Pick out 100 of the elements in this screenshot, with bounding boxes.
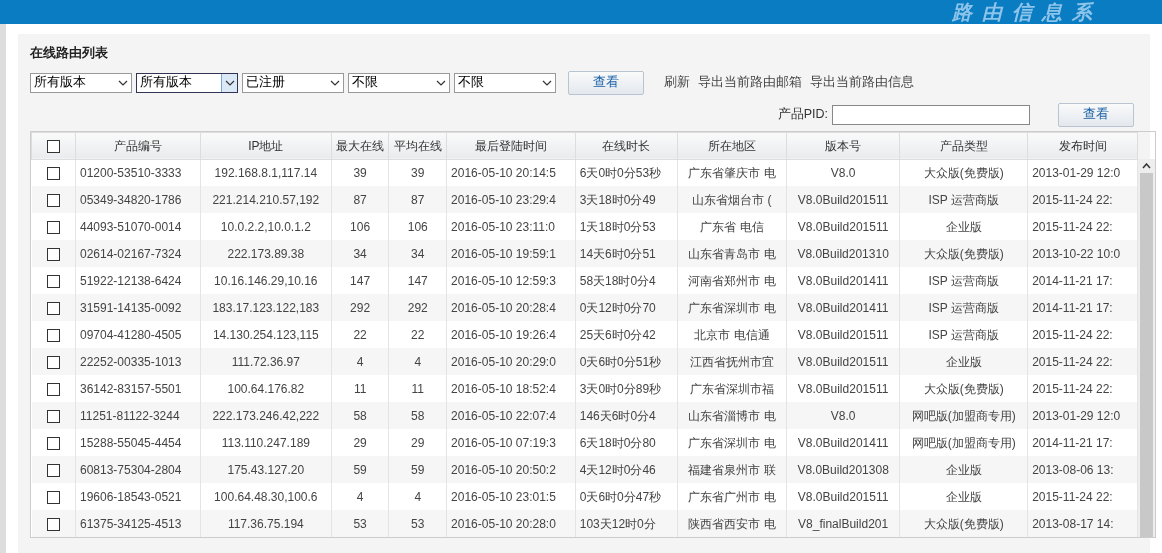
row-checkbox[interactable] bbox=[46, 464, 60, 478]
table-cell-text: 111.72.36.97 bbox=[231, 353, 300, 371]
row-checkbox[interactable] bbox=[46, 248, 60, 262]
table-cell-text: 网吧版(加盟商专用) bbox=[911, 407, 1016, 425]
table-cell-text: 2016-05-10 18:52:4 bbox=[451, 380, 556, 398]
table-cell-text: 企业版 bbox=[945, 461, 982, 479]
row-checkbox[interactable] bbox=[46, 356, 60, 370]
dropdown[interactable]: 已注册 bbox=[242, 72, 344, 93]
table-cell-text: 2016-05-10 23:01:5 bbox=[451, 488, 556, 506]
table-cell-text: 2016-05-10 20:14:5 bbox=[451, 165, 556, 182]
table-cell-text: 4 bbox=[414, 353, 422, 371]
table-cell-text: 175.43.127.20 bbox=[227, 461, 305, 479]
table-cell-text: ISP 运营商版 bbox=[928, 326, 999, 344]
table-cell-text: 19606-18543-0521 bbox=[80, 488, 182, 506]
table-cell-text: 2016-05-10 20:50:2 bbox=[451, 461, 556, 479]
table-row[interactable]: 22252-00335-1013 111.72.36.97 4 4 2016-05-10 20:29:0 0天6时0分51秒 江西省抚州市宜 V8.0Build201511 企业版 2015-11-24 22: bbox=[31, 348, 1138, 376]
table-cell-text: 2016-05-10 20:28:0 bbox=[451, 515, 556, 533]
view-button[interactable]: 查看 bbox=[568, 70, 644, 95]
row-checkbox[interactable] bbox=[46, 518, 60, 532]
table-row[interactable]: 05349-34820-1786 221.214.210.57,192 87 87 2016-05-10 23:29:4 3天18时0分49 山东省烟台市 ( V8.0Build201511 ISP 运营商版 2015-11-24 22: bbox=[31, 186, 1138, 214]
table-row[interactable]: 02614-02167-7324 222.173.89.38 34 34 2016-05-10 19:59:1 14天6时0分51 山东省青岛市 电 V8.0Build201310 大众版(免费版) 2013-10-22 10:0 bbox=[31, 240, 1138, 268]
pid-input-field[interactable] bbox=[832, 104, 1030, 125]
table-cell-text: 6天0时0分53秒 bbox=[579, 165, 662, 182]
row-checkbox[interactable] bbox=[46, 410, 60, 424]
table-cell-text: 36142-83157-5501 bbox=[80, 380, 182, 398]
dropdown[interactable]: 所有版本 bbox=[136, 72, 238, 93]
table-cell-text: 2015-11-24 22: bbox=[1032, 380, 1113, 398]
table-cell-text: 企业版 bbox=[945, 218, 982, 236]
table-cell-text: ISP 运营商版 bbox=[928, 272, 999, 290]
column-header: 版本号 bbox=[825, 138, 862, 153]
table-cell-text: 2016-05-10 19:26:4 bbox=[451, 326, 556, 344]
table-row[interactable]: 60813-75304-2804 175.43.127.20 59 59 2016-05-10 20:50:2 4天12时0分46 福建省泉州市 联 V8.0Build201308 企业版 2013-08-06 13: bbox=[31, 456, 1138, 484]
table-cell-text: 44093-51070-0014 bbox=[80, 218, 182, 236]
row-checkbox[interactable] bbox=[46, 329, 60, 343]
row-checkbox[interactable] bbox=[46, 221, 60, 235]
table-cell-text: 广东省深圳市福 bbox=[689, 380, 774, 398]
table-cell-text: 183.17.123.122,183 bbox=[212, 299, 320, 317]
table-cell-text: 0天12时0分70 bbox=[579, 299, 656, 317]
row-checkbox[interactable] bbox=[46, 491, 60, 505]
table-cell-text: 2014-11-21 17: bbox=[1032, 299, 1113, 317]
table-cell-text: 山东省淄博市 电 bbox=[688, 407, 776, 425]
column-header: 最大在线 bbox=[336, 138, 385, 153]
table-cell-text: V8.0Build201411 bbox=[797, 299, 889, 317]
table-cell-text: 广东省广州市 电 bbox=[688, 488, 776, 506]
table-cell-text: 网吧版(加盟商专用) bbox=[911, 434, 1016, 452]
dropdown[interactable]: 所有版本 bbox=[30, 72, 132, 93]
link[interactable]: 导出当前路由信息 bbox=[810, 73, 914, 93]
table-cell-text: 1天18时0分53 bbox=[579, 218, 656, 236]
table-cell-text: 2014-11-21 17: bbox=[1032, 434, 1113, 452]
table-cell-text: V8.0Build201511 bbox=[797, 380, 889, 398]
table-row[interactable]: 61375-34125-4513 117.36.75.194 53 53 2016-05-10 20:28:0 103天12时0分 陕西省西安市 电 V8_finalBuild201 大众版(免费版) 2013-08-17 14: bbox=[31, 510, 1138, 538]
table-cell-text: 34 bbox=[411, 245, 425, 263]
table-cell-text: 106 bbox=[407, 218, 428, 236]
row-checkbox[interactable] bbox=[46, 383, 60, 397]
dropdown[interactable]: 不限 bbox=[348, 72, 450, 93]
table-cell-text: 113.110.247.189 bbox=[221, 434, 310, 452]
table-cell-text: 大众版(免费版) bbox=[923, 165, 1004, 182]
table-cell-text: V8.0Build201511 bbox=[797, 326, 889, 344]
table-cell-text: 59 bbox=[411, 461, 425, 479]
caret-icon bbox=[436, 79, 446, 86]
table-cell-text: 01200-53510-3333 bbox=[80, 165, 182, 182]
row-checkbox[interactable] bbox=[46, 275, 60, 289]
caret-icon bbox=[330, 79, 340, 86]
table-cell-text: 147 bbox=[407, 272, 428, 290]
link[interactable]: 导出当前路由邮箱 bbox=[698, 73, 802, 93]
link[interactable]: 刷新 bbox=[664, 73, 690, 93]
row-checkbox[interactable] bbox=[46, 194, 60, 208]
column-header: 平均在线 bbox=[393, 138, 442, 153]
dropdown[interactable]: 不限 bbox=[454, 72, 556, 93]
table-cell-text: 292 bbox=[407, 299, 428, 317]
table-cell-text: 29 bbox=[353, 434, 367, 452]
table-cell-text: ISP 运营商版 bbox=[928, 299, 999, 317]
table-cell-text: 117.36.75.194 bbox=[227, 515, 304, 533]
view-button[interactable]: 查看 bbox=[1058, 102, 1134, 127]
table-cell-text: 2013-08-17 14: bbox=[1032, 515, 1114, 533]
table-cell-text: 39 bbox=[353, 165, 367, 182]
table-cell-text: V8.0Build201411 bbox=[797, 434, 889, 452]
table-cell-text: V8.0Build201511 bbox=[797, 488, 889, 506]
table-cell-text: 61375-34125-4513 bbox=[80, 515, 182, 533]
select-all-checkbox[interactable] bbox=[47, 140, 60, 154]
table-cell-text: 山东省烟台市 ( bbox=[692, 191, 772, 209]
table-cell-text: 2013-01-29 12:0 bbox=[1032, 407, 1121, 425]
table-cell-text: 22 bbox=[411, 326, 425, 344]
table-row[interactable]: 31591-14135-0092 183.17.123.122,183 292 292 2016-05-10 20:28:4 0天12时0分70 广东省深圳市 电 V8.0Build201411 ISP 运营商版 2014-11-21 17: bbox=[31, 294, 1138, 322]
table-cell-text: 2015-11-24 22: bbox=[1032, 326, 1113, 344]
table-cell-text: 10.0.2.2,10.0.1.2 bbox=[220, 218, 311, 236]
table-row[interactable]: 11251-81122-3244 222.173.246.42,222 58 58 2016-05-10 22:07:4 146天6时0分4 山东省淄博市 电 V8.0 网吧版(加盟商专用) 2013-01-29 12:0 bbox=[31, 402, 1138, 430]
scroll-up-icon[interactable] bbox=[1142, 162, 1151, 169]
table-cell-text: 陕西省西安市 电 bbox=[688, 515, 776, 533]
row-checkbox[interactable] bbox=[46, 437, 60, 451]
table-cell-text: 山东省青岛市 电 bbox=[688, 245, 776, 263]
table-cell-text: 2016-05-10 19:59:1 bbox=[451, 245, 556, 263]
table-cell-text: 22252-00335-1013 bbox=[80, 353, 182, 371]
row-checkbox[interactable] bbox=[46, 167, 60, 181]
row-checkbox[interactable] bbox=[46, 302, 60, 316]
caret-icon bbox=[542, 79, 552, 86]
table-cell-text: 09704-41280-4505 bbox=[80, 326, 182, 344]
table-cell-text: 广东省深圳市 电 bbox=[688, 299, 776, 317]
scrollbar[interactable] bbox=[1138, 158, 1155, 538]
column-header: 产品类型 bbox=[939, 138, 988, 153]
